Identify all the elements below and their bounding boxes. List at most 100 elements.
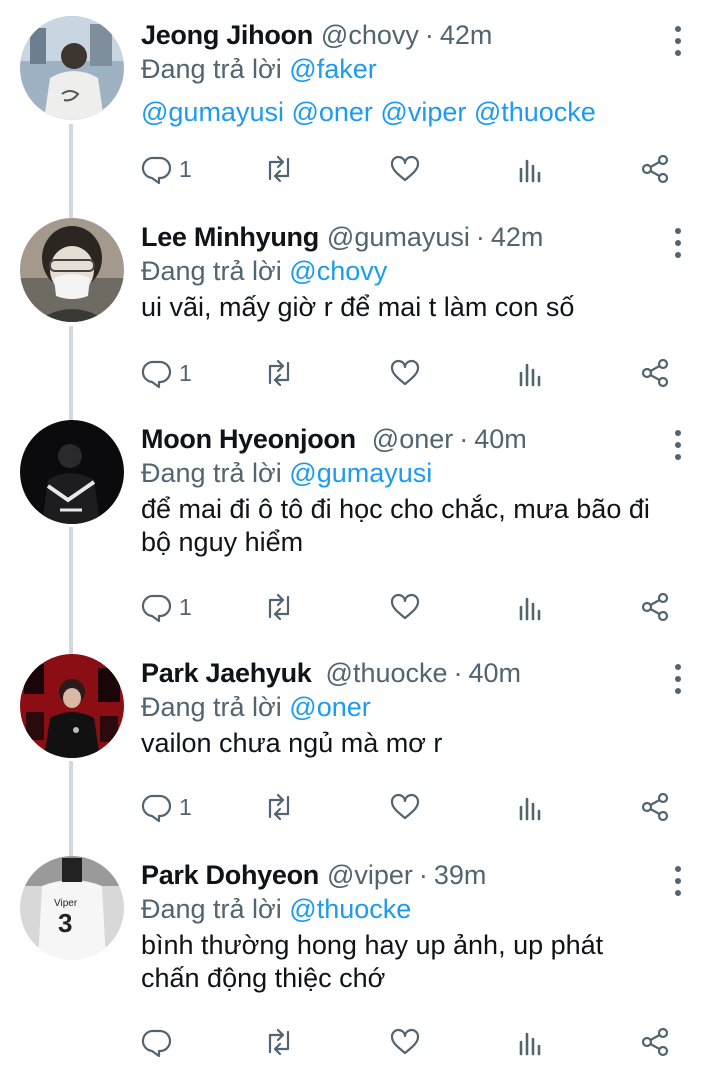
views-button[interactable] xyxy=(515,1022,547,1062)
replying-prefix: Đang trả lời xyxy=(141,54,282,84)
separator: · xyxy=(424,20,434,50)
replying-mention-link[interactable]: @gumayusi xyxy=(289,458,432,488)
replying-prefix: Đang trả lời xyxy=(141,458,282,488)
more-options-icon[interactable] xyxy=(668,225,688,261)
like-button[interactable] xyxy=(389,353,421,393)
more-options-icon[interactable] xyxy=(668,661,688,697)
views-icon xyxy=(519,363,541,387)
avatar[interactable] xyxy=(20,16,124,120)
retweet-icon xyxy=(268,593,290,621)
replying-mention-link[interactable]: @faker xyxy=(289,54,376,84)
timestamp[interactable]: 42m xyxy=(491,220,544,254)
views-button[interactable] xyxy=(515,787,547,827)
replying-mention-link[interactable]: @oner xyxy=(289,692,370,722)
share-icon xyxy=(641,358,669,388)
views-icon xyxy=(519,797,541,821)
timestamp[interactable]: 40m xyxy=(469,656,522,690)
views-button[interactable] xyxy=(515,587,547,627)
avatar[interactable] xyxy=(20,218,124,322)
more-options-icon[interactable] xyxy=(668,863,688,899)
display-name[interactable]: Park Dohyeon xyxy=(141,858,319,892)
reply-button[interactable]: 1 xyxy=(141,149,192,189)
like-button[interactable] xyxy=(389,787,421,827)
reply-button[interactable]: 1 xyxy=(141,587,192,627)
retweet-button[interactable] xyxy=(263,787,295,827)
timestamp[interactable]: 39m xyxy=(434,858,487,892)
user-handle[interactable]: @viper xyxy=(327,858,413,892)
like-button[interactable] xyxy=(389,587,421,627)
avatar[interactable] xyxy=(20,654,124,758)
avatar[interactable]: Viper 3 xyxy=(20,856,124,960)
display-name[interactable]: Lee Minhyung xyxy=(141,220,319,254)
user-handle[interactable]: @thuocke xyxy=(326,656,448,690)
like-icon xyxy=(390,155,420,182)
tweet-header: Park Dohyeon @viper · 39m xyxy=(141,858,660,892)
retweet-button[interactable] xyxy=(263,149,295,189)
reply-button[interactable]: 1 xyxy=(141,353,192,393)
more-options-icon[interactable] xyxy=(668,23,688,59)
tweet-text: ui vãi, mấy giờ r để mai t làm con số xyxy=(141,292,575,322)
user-handle[interactable]: @gumayusi xyxy=(327,220,470,254)
retweet-icon xyxy=(268,359,290,387)
display-name[interactable]: Moon Hyeonjoon xyxy=(141,422,356,456)
tweet-content: Park Dohyeon @viper · 39m Đang trả lời @… xyxy=(141,858,660,995)
thread-line xyxy=(69,527,73,654)
tweet-header: Park Jaehyuk @thuocke · 40m xyxy=(141,656,660,690)
like-button[interactable] xyxy=(389,149,421,189)
replying-to: Đang trả lời @thuocke xyxy=(141,892,660,926)
replying-to: Đang trả lời @chovy xyxy=(141,254,660,288)
views-button[interactable] xyxy=(515,353,547,393)
tweet-text: vailon chưa ngủ mà mơ r xyxy=(141,728,443,758)
timestamp[interactable]: 40m xyxy=(474,422,527,456)
tweet-header: Jeong Jihoon @chovy · 42m xyxy=(141,18,660,52)
reply-icon xyxy=(141,360,172,389)
reply-count: 1 xyxy=(179,155,192,182)
display-name[interactable]: Jeong Jihoon xyxy=(141,18,313,52)
share-button[interactable] xyxy=(639,587,671,627)
display-name[interactable]: Park Jaehyuk xyxy=(141,656,312,690)
retweet-button[interactable] xyxy=(263,587,295,627)
reply-button[interactable]: 1 xyxy=(141,787,192,827)
avatar[interactable] xyxy=(20,420,124,524)
like-button[interactable] xyxy=(389,1022,421,1062)
tweet-text: @gumayusi @oner @viper @thuocke xyxy=(141,96,660,129)
mention-links[interactable]: @gumayusi @oner @viper @thuocke xyxy=(141,97,596,127)
tweet-actions: 1 xyxy=(141,587,681,627)
tweet-content: Lee Minhyung @gumayusi · 42m Đang trả lờ… xyxy=(141,220,660,324)
tweet-actions xyxy=(141,1022,681,1062)
retweet-icon xyxy=(268,793,290,821)
more-options-icon[interactable] xyxy=(668,427,688,463)
share-icon xyxy=(641,592,669,622)
thread-line xyxy=(69,124,73,219)
share-button[interactable] xyxy=(639,1022,671,1062)
replying-to: Đang trả lời @gumayusi xyxy=(141,456,660,490)
reply-icon xyxy=(141,794,172,823)
views-icon xyxy=(519,597,541,621)
replying-prefix: Đang trả lời xyxy=(141,256,282,286)
share-button[interactable] xyxy=(639,787,671,827)
separator: · xyxy=(453,658,463,688)
share-button[interactable] xyxy=(639,353,671,393)
share-button[interactable] xyxy=(639,149,671,189)
replying-to: Đang trả lời @oner xyxy=(141,690,660,724)
replying-mention-link[interactable]: @thuocke xyxy=(289,894,411,924)
views-button[interactable] xyxy=(515,149,547,189)
tweet-header: Moon Hyeonjoon @oner · 40m xyxy=(141,422,660,456)
replying-mention-link[interactable]: @chovy xyxy=(289,256,387,286)
reply-button[interactable] xyxy=(141,1022,173,1062)
reply-count: 1 xyxy=(179,793,192,820)
tweet-actions: 1 xyxy=(141,787,681,827)
replying-prefix: Đang trả lời xyxy=(141,894,282,924)
timestamp[interactable]: 42m xyxy=(440,18,493,52)
user-handle[interactable]: @oner xyxy=(372,422,453,456)
separator: · xyxy=(418,860,428,890)
retweet-button[interactable] xyxy=(263,1022,295,1062)
user-handle[interactable]: @chovy xyxy=(321,18,419,52)
like-icon xyxy=(390,1028,420,1055)
retweet-icon xyxy=(268,155,290,183)
retweet-button[interactable] xyxy=(263,353,295,393)
separator: · xyxy=(475,222,485,252)
separator: · xyxy=(459,424,469,454)
replying-to: Đang trả lời @faker xyxy=(141,52,660,86)
reply-count: 1 xyxy=(179,359,192,386)
